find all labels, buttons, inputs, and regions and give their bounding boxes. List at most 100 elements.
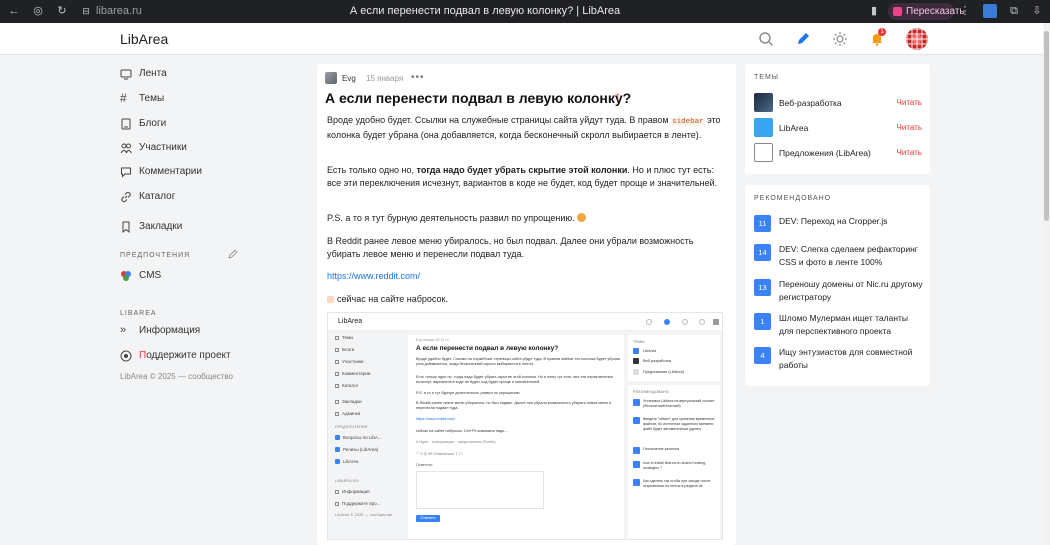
back-icon[interactable]: ← <box>8 5 20 17</box>
shot-p1: Вроде удобно будет. Ссылки на служебные … <box>416 357 620 367</box>
reddit-link[interactable]: https://www.reddit.com/ <box>327 270 722 283</box>
users-icon <box>120 143 132 154</box>
bookmark-page-icon[interactable]: ▮ <box>868 5 880 17</box>
p1-text-a: Вроде удобно будет. Ссылки на служебные … <box>327 115 672 125</box>
topic-name[interactable]: Предложения (LibArea) <box>779 148 871 158</box>
rec-item[interactable]: 14 DEV: Слегка сделаем рефакторинг CSS и… <box>754 243 922 268</box>
shot-header: LibArea <box>328 313 722 331</box>
site-info-icon[interactable]: ⊟ <box>80 5 92 17</box>
retell-button[interactable]: Пересказать <box>888 3 965 20</box>
shot-pref-item: Релизы (LibArea) <box>335 447 378 452</box>
author-avatar[interactable] <box>325 72 337 84</box>
forward-icon[interactable]: ◎ <box>32 5 44 17</box>
shot-topic-label: Веб-разработка <box>643 359 671 363</box>
edit-preferences-icon[interactable] <box>228 249 238 259</box>
grinning-emoji-icon <box>576 213 586 222</box>
topic-name[interactable]: Веб-разработка <box>779 98 842 108</box>
shot-rec-text: how to install libarea on shared hosting… <box>643 461 707 470</box>
shot-avatar <box>713 319 719 325</box>
libarea-heading: LIBAREA <box>120 310 157 317</box>
reload-icon[interactable]: ↻ <box>56 5 68 17</box>
post-author[interactable]: Evg <box>342 74 356 83</box>
shot-submit: Ответить <box>416 515 440 522</box>
sidebar-item-label: Лента <box>139 68 167 79</box>
shot-p2: Есть только одно но, тогда надо будет уб… <box>416 375 613 385</box>
hash-icon: # <box>120 91 127 105</box>
site-logo[interactable]: LibArea <box>120 31 168 47</box>
double-chevron-icon: » <box>120 324 127 336</box>
rec-title[interactable]: Шломо Мулерман ищет таланты для перспект… <box>779 312 924 337</box>
p5-text: сейчас на сайте набросок. <box>337 294 448 304</box>
extension-icon[interactable] <box>983 4 997 18</box>
shot-topic-label: LibArea <box>643 349 657 353</box>
rec-title[interactable]: DEV: Переход на Cropper.js <box>779 215 924 228</box>
address-bar[interactable]: libarea.ru <box>96 5 142 17</box>
shot-info-label: Поддержите про... <box>342 501 381 506</box>
tabs-icon[interactable]: ⧉ <box>1008 5 1020 17</box>
pencil-icon[interactable] <box>795 31 811 47</box>
rec-item[interactable]: 13 Переношу домены от Nic.ru другому рег… <box>754 278 924 303</box>
shot-search-icon <box>646 319 652 325</box>
topic-name[interactable]: LibArea <box>779 123 808 133</box>
page-scrollbar[interactable] <box>1043 23 1050 545</box>
sidebar-item-label: Каталог <box>139 191 176 202</box>
read-button[interactable]: Читать <box>897 98 922 107</box>
site-header: LibArea 1 <box>0 23 1050 55</box>
read-button[interactable]: Читать <box>897 123 922 132</box>
blog-icon <box>121 118 131 130</box>
topic-item[interactable]: LibArea Читать <box>754 118 922 138</box>
post-paragraph-5: сейчас на сайте набросок. <box>327 293 722 306</box>
shot-reply-label: Ответить: <box>416 463 434 467</box>
post-paragraph-2: Есть только одно но, тогда надо будет уб… <box>327 164 722 190</box>
rec-item[interactable]: 1 Шломо Мулерман ищет таланты для перспе… <box>754 312 922 337</box>
shot-nav-item: Участники <box>335 359 364 364</box>
p3-text: P.S. а то я тут бурную деятельность разв… <box>327 213 575 223</box>
shot-post-meta: Evg январь 09:13 ••• <box>416 338 449 342</box>
shot-p3: P.S. а то я тут бурную деятельность разв… <box>416 391 521 395</box>
shot-rec-card: РЕКОМЕНДОВАНО Установка LibArea на вирту… <box>628 385 720 539</box>
post-paragraph-3: P.S. а то я тут бурную деятельность разв… <box>327 212 722 225</box>
shot-pref-label: Релизы (LibArea) <box>343 447 379 452</box>
rec-count-badge: 14 <box>754 244 771 261</box>
embedded-screenshot[interactable]: LibArea Темы Блоги Участники Комментарии… <box>327 312 723 540</box>
topic-item[interactable]: Веб-разработка Читать <box>754 93 922 113</box>
p2-bold: тогда надо будет убрать скрытие этой кол… <box>416 165 628 175</box>
menu-dots-icon[interactable]: ⋮ <box>959 5 971 17</box>
post-paragraph-1: Вроде удобно будет. Ссылки на служебные … <box>327 114 722 142</box>
topic-image <box>754 118 773 137</box>
scrollbar-thumb[interactable] <box>1044 31 1049 221</box>
tab-title: А если перенести подвал в левую колонку?… <box>349 5 621 17</box>
rec-title[interactable]: Ищу энтузиастов для совместной работы <box>779 346 924 371</box>
shot-topics-heading: ТЕМЫ <box>633 340 645 344</box>
rec-title[interactable]: DEV: Слегка сделаем рефакторинг CSS и фо… <box>779 243 924 268</box>
shot-actions: ♡ 0 ◎ 30 Отписаться ⇪ ☐ <box>416 452 463 456</box>
more-options-icon[interactable]: ••• <box>411 72 425 83</box>
shot-nav-label: Темы <box>342 335 354 340</box>
shot-nav-label: Блоги <box>342 347 355 352</box>
sun-icon[interactable] <box>832 31 848 47</box>
shot-nav-label: Закладки <box>342 399 362 404</box>
shot-link: https://www.reddit.com/ <box>416 417 456 421</box>
rec-count-badge: 13 <box>754 279 771 296</box>
footer-copyright: LibArea © 2025 — сообщество <box>120 372 233 381</box>
sidebar-item-label: Блоги <box>139 118 167 129</box>
shot-topic: Веб-разработка <box>633 358 671 364</box>
shot-pencil-icon <box>664 319 670 325</box>
sidebar-item-label: Закладки <box>139 221 183 232</box>
topic-item[interactable]: Предложения (LibArea) Читать <box>754 143 922 163</box>
shot-rec-item: Отключение каталога <box>633 447 718 454</box>
rec-title[interactable]: Переношу домены от Nic.ru другому регист… <box>779 278 924 303</box>
rec-item[interactable]: 11 DEV: Переход на Cropper.js <box>754 215 922 232</box>
shot-topic: LibArea <box>633 348 656 354</box>
user-avatar[interactable] <box>906 28 928 50</box>
shot-libarea-heading: LIBAREA.RU <box>335 479 359 483</box>
read-button[interactable]: Читать <box>897 148 922 157</box>
shot-nav-item: Каталог <box>335 383 358 388</box>
download-icon[interactable]: ⇩ <box>1031 5 1043 17</box>
shot-tags: # Идеи · информация · предложения (Svelt… <box>416 440 496 444</box>
shot-rec-text: Установка LibArea на виртуальный хостинг… <box>643 399 715 408</box>
upvote-arrow-icon[interactable]: ↑ <box>615 89 621 103</box>
shot-post: Evg январь 09:13 ••• А если перенести по… <box>408 335 624 539</box>
search-icon[interactable] <box>758 31 774 47</box>
rec-item[interactable]: 4 Ищу энтузиастов для совместной работы <box>754 346 922 371</box>
